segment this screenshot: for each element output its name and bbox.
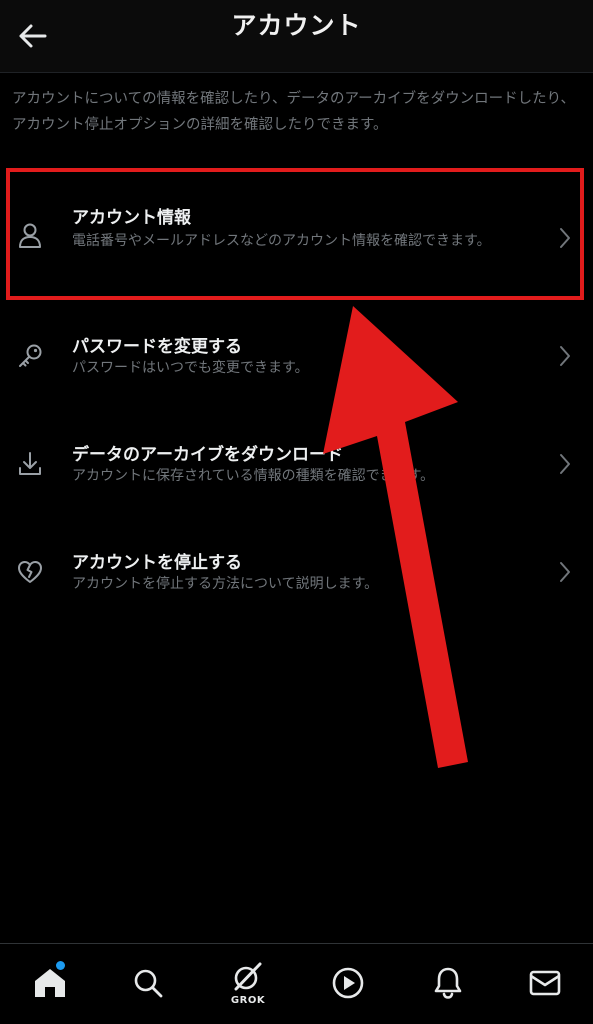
play-icon: [332, 967, 364, 999]
menu-item-description: アカウントを停止する方法について説明します。: [72, 576, 379, 592]
chevron-right-icon: [557, 226, 573, 250]
mail-icon: [529, 970, 561, 996]
person-icon: [14, 220, 46, 252]
download-icon: [14, 448, 46, 480]
nav-notifications[interactable]: [418, 944, 478, 1022]
menu-item-description: パスワードはいつでも変更できます。: [72, 360, 309, 376]
search-icon: [134, 969, 163, 998]
menu-item-description: 電話番号やメールアドレスなどのアカウント情報を確認できます。: [72, 233, 491, 249]
menu-item-account-info[interactable]: アカウント情報 電話番号やメールアドレスなどのアカウント情報を確認できます。: [0, 178, 593, 282]
menu-item-description: アカウントに保存されている情報の種類を確認できます。: [72, 468, 435, 484]
bottom-navigation: GROK: [0, 943, 593, 1024]
nav-grok[interactable]: GROK: [218, 944, 278, 1022]
broken-heart-icon: [14, 556, 46, 588]
key-icon: [14, 340, 46, 372]
menu-item-download-archive[interactable]: データのアーカイブをダウンロード アカウントに保存されている情報の種類を確認でき…: [0, 424, 593, 528]
chevron-right-icon: [557, 452, 573, 476]
nav-search[interactable]: [118, 944, 178, 1022]
chevron-right-icon: [557, 560, 573, 584]
nav-grok-label: GROK: [230, 995, 266, 1006]
grok-icon: [234, 962, 262, 991]
nav-video[interactable]: [318, 944, 378, 1022]
menu-item-title: アカウントを停止する: [72, 553, 242, 573]
home-icon: [35, 969, 65, 997]
notification-dot: [56, 961, 65, 970]
menu-item-change-password[interactable]: パスワードを変更する パスワードはいつでも変更できます。: [0, 316, 593, 420]
nav-messages[interactable]: [515, 944, 575, 1022]
chevron-right-icon: [557, 344, 573, 368]
page-title: アカウント: [231, 11, 362, 40]
menu-item-title: パスワードを変更する: [72, 337, 242, 357]
menu-item-deactivate-account[interactable]: アカウントを停止する アカウントを停止する方法について説明します。: [0, 532, 593, 636]
top-bar: アカウント: [0, 0, 593, 73]
nav-home[interactable]: [20, 944, 80, 1022]
menu-item-title: データのアーカイブをダウンロード: [72, 445, 343, 465]
page-description: アカウントについての情報を確認したり、データのアーカイブをダウンロードしたり、ア…: [12, 91, 576, 133]
bell-icon: [434, 967, 462, 999]
menu-item-title: アカウント情報: [72, 208, 191, 228]
